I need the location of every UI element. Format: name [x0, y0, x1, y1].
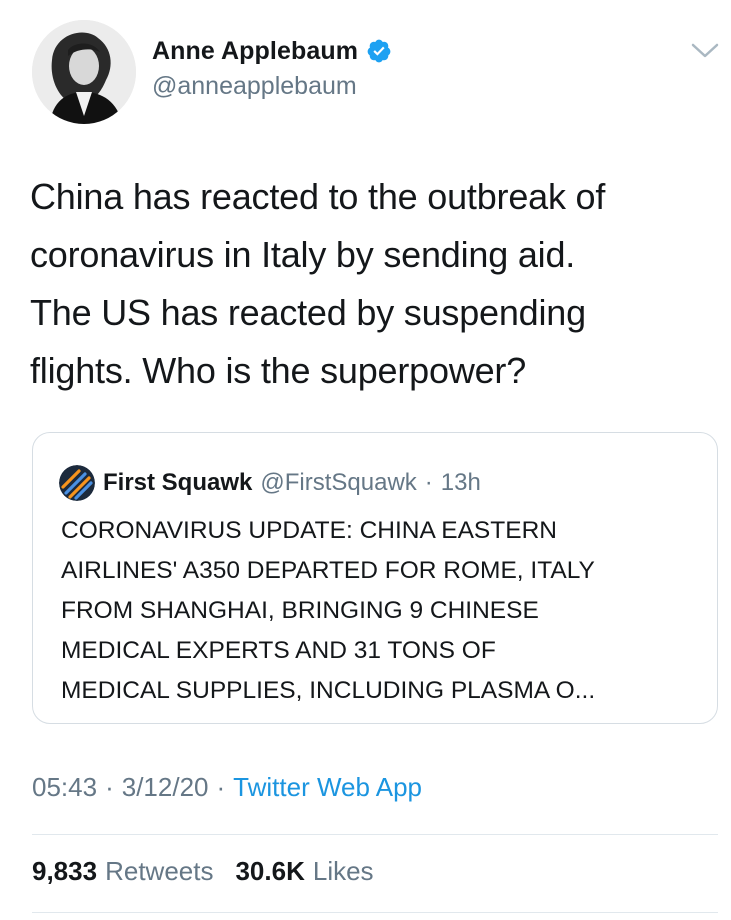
- tweet-text-line: coronavirus in Italy by sending aid.: [30, 234, 576, 275]
- quoted-tweet-age: 13h: [440, 469, 481, 496]
- tweet-text: China has reacted to the outbreak of cor…: [30, 168, 720, 400]
- tweet-date[interactable]: 3/12/20: [122, 772, 209, 803]
- quoted-text-line: FROM SHANGHAI, BRINGING 9 CHINESE: [61, 597, 539, 624]
- quoted-tweet-text: CORONAVIRUS UPDATE: CHINA EASTERN AIRLIN…: [61, 511, 711, 711]
- retweets-stat[interactable]: 9,833 Retweets: [32, 856, 213, 887]
- likes-count: 30.6K: [235, 856, 305, 886]
- quoted-author-name: First Squawk: [103, 469, 253, 496]
- quoted-author-handle: @FirstSquawk: [260, 469, 417, 496]
- author-name-row: Anne Applebaum: [152, 36, 392, 66]
- divider: [32, 834, 718, 835]
- quoted-text-line: MEDICAL EXPERTS AND 31 TONS OF: [61, 637, 496, 664]
- likes-stat[interactable]: 30.6K Likes: [235, 856, 373, 887]
- verified-badge-icon: [366, 38, 392, 64]
- divider: [32, 912, 718, 913]
- likes-label: Likes: [312, 856, 374, 886]
- quoted-text-line: MEDICAL SUPPLIES, INCLUDING PLASMA O...: [61, 677, 596, 704]
- author-name[interactable]: Anne Applebaum: [152, 37, 358, 66]
- author-avatar[interactable]: [32, 20, 136, 124]
- tweet-time[interactable]: 05:43: [32, 772, 97, 803]
- quoted-tweet-header: First Squawk @FirstSquawk · 13h: [59, 465, 481, 501]
- author-handle[interactable]: @anneapplebaum: [152, 72, 392, 101]
- quoted-tweet[interactable]: First Squawk @FirstSquawk · 13h CORONAVI…: [32, 432, 718, 724]
- author-info: Anne Applebaum @anneapplebaum: [152, 36, 392, 101]
- separator-dot: ·: [424, 469, 433, 496]
- retweets-count: 9,833: [32, 856, 98, 886]
- quoted-text-line: AIRLINES' A350 DEPARTED FOR ROME, ITALY: [61, 557, 595, 584]
- quoted-text-line: CORONAVIRUS UPDATE: CHINA EASTERN: [61, 517, 557, 544]
- retweets-label: Retweets: [105, 856, 214, 886]
- chevron-down-icon[interactable]: [688, 38, 722, 64]
- tweet-meta: 05:43 · 3/12/20 · Twitter Web App: [32, 772, 422, 803]
- tweet-text-line: China has reacted to the outbreak of: [30, 176, 606, 217]
- tweet-source-link[interactable]: Twitter Web App: [233, 772, 422, 803]
- separator-dot: ·: [105, 772, 114, 802]
- tweet-text-line: flights. Who is the superpower?: [30, 350, 527, 391]
- separator-dot: ·: [216, 772, 226, 802]
- quoted-author-avatar: [59, 465, 95, 501]
- tweet-stats: 9,833 Retweets 30.6K Likes: [32, 856, 374, 887]
- tweet-text-line: The US has reacted by suspending: [30, 292, 586, 333]
- author-photo: [32, 20, 136, 124]
